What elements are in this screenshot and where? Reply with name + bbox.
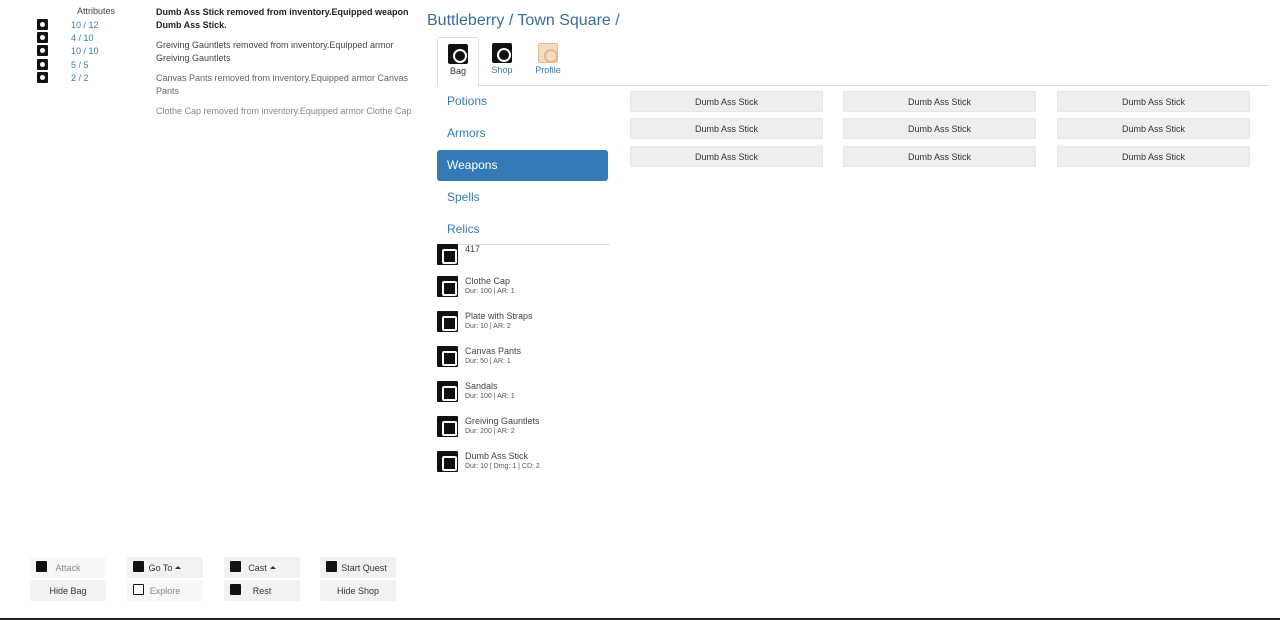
item-name: Canvas Pants	[465, 346, 522, 356]
pants-icon	[437, 346, 458, 367]
tab-label: Profile	[535, 65, 561, 75]
quest-icon	[326, 561, 337, 572]
attribute-row-health: 10 / 12	[37, 18, 99, 31]
log-message: Dumb Ass Stick removed from inventory.Eq…	[156, 7, 409, 30]
location-breadcrumb: Buttleberry / Town Square /	[427, 12, 620, 29]
armor-icon	[37, 72, 48, 83]
rest-button[interactable]: Rest	[224, 580, 300, 601]
profile-icon	[538, 43, 558, 63]
hide-bag-label: Hide Bag	[49, 585, 87, 596]
item-name: Dumb Ass Stick	[465, 451, 529, 461]
attack-label: Attack	[55, 562, 81, 573]
sandals-icon	[437, 381, 458, 402]
inventory-item[interactable]: Greiving Gauntlets Dur: 200 | AR: 2	[437, 416, 637, 440]
attribute-row-strength: 5 / 5	[37, 58, 89, 71]
explore-button[interactable]: Explore	[127, 580, 203, 601]
gold-amount: 417	[465, 244, 481, 254]
attribute-value: 5 / 5	[71, 59, 89, 70]
go-to-button[interactable]: Go To	[127, 557, 203, 578]
cast-button[interactable]: Cast	[224, 557, 300, 578]
start-quest-label: Start Quest	[341, 562, 387, 573]
shop-item-button[interactable]: Dumb Ass Stick	[630, 91, 823, 112]
rest-label: Rest	[252, 585, 272, 596]
category-spells[interactable]: Spells	[437, 182, 608, 213]
inventory-item[interactable]: Dumb Ass Stick Dur: 10 | Dmg: 1 | CD: 2	[437, 451, 637, 475]
tab-label: Shop	[491, 65, 513, 75]
category-potions[interactable]: Potions	[437, 86, 608, 117]
inventory-item[interactable]: Canvas Pants Dur: 50 | AR: 1	[437, 346, 637, 370]
item-name: Plate with Straps	[465, 311, 533, 321]
caret-up-icon	[175, 566, 182, 569]
shop-item-button[interactable]: Dumb Ass Stick	[630, 146, 823, 167]
inventory-item[interactable]: Sandals Dur: 100 | AR: 1	[437, 381, 637, 405]
hide-bag-button[interactable]: Hide Bag	[30, 580, 106, 601]
message-log: Dumb Ass Stick removed from inventory.Eq…	[156, 6, 412, 125]
item-stats: Dur: 10 | Dmg: 1 | CD: 2	[465, 463, 540, 470]
inventory-item[interactable]: Plate with Straps Dur: 10 | AR: 2	[437, 311, 637, 335]
skull-icon	[37, 59, 48, 70]
boot-icon	[37, 45, 48, 56]
category-relics[interactable]: Relics	[437, 214, 608, 245]
item-stats: Dur: 10 | AR: 2	[465, 323, 511, 330]
eye-icon	[37, 32, 48, 43]
shop-item-button[interactable]: Dumb Ass Stick	[1057, 91, 1250, 112]
cast-label: Cast	[248, 562, 267, 573]
shop-icon	[492, 43, 512, 63]
attribute-row-armor: 2 / 2	[37, 71, 89, 84]
start-quest-button[interactable]: Start Quest	[320, 557, 396, 578]
item-stats: Dur: 200 | AR: 2	[465, 428, 515, 435]
item-stats: Dur: 50 | AR: 1	[465, 358, 511, 365]
go-to-label: Go To	[148, 562, 173, 573]
item-stats: Dur: 100 | AR: 1	[465, 288, 515, 295]
tab-label: Bag	[449, 66, 466, 76]
shield-icon	[437, 416, 458, 437]
spell-icon	[230, 561, 241, 572]
shop-item-button[interactable]: Dumb Ass Stick	[1057, 146, 1250, 167]
category-armors[interactable]: Armors	[437, 118, 608, 149]
map-icon	[133, 561, 144, 572]
sword-icon	[437, 451, 458, 472]
attribute-row-stamina: 10 / 10	[37, 44, 99, 57]
caret-up-icon	[269, 566, 276, 569]
helmet-icon	[437, 276, 458, 297]
explore-icon	[133, 584, 144, 595]
attributes-title: Attributes	[77, 6, 116, 16]
attribute-value: 4 / 10	[71, 32, 94, 43]
attack-icon	[36, 561, 47, 572]
tab-bag[interactable]: Bag	[437, 37, 479, 87]
explore-label: Explore	[149, 585, 181, 596]
gold-row: 417	[437, 244, 637, 268]
attack-button[interactable]: Attack	[30, 557, 106, 578]
item-name: Clothe Cap	[465, 276, 511, 286]
hide-shop-button[interactable]: Hide Shop	[320, 580, 396, 601]
item-name: Greiving Gauntlets	[465, 416, 540, 426]
chestplate-icon	[437, 311, 458, 332]
shop-item-button[interactable]: Dumb Ass Stick	[843, 118, 1036, 139]
shop-item-button[interactable]: Dumb Ass Stick	[1057, 118, 1250, 139]
hide-shop-label: Hide Shop	[336, 585, 380, 596]
gold-icon	[437, 244, 458, 265]
attribute-value: 10 / 12	[71, 19, 99, 30]
log-message: Canvas Pants removed from inventory.Equi…	[156, 73, 408, 96]
category-weapons[interactable]: Weapons	[437, 150, 608, 181]
attribute-value: 10 / 10	[71, 45, 99, 56]
bag-icon	[448, 44, 468, 64]
attribute-value: 2 / 2	[71, 72, 89, 83]
main-tabs: Bag Shop Profile	[437, 37, 1269, 87]
heart-icon	[37, 19, 48, 30]
shop-item-button[interactable]: Dumb Ass Stick	[843, 91, 1036, 112]
rest-icon	[230, 584, 241, 595]
shop-item-button[interactable]: Dumb Ass Stick	[630, 118, 823, 139]
item-stats: Dur: 100 | AR: 1	[465, 393, 515, 400]
inventory-item[interactable]: Clothe Cap Dur: 100 | AR: 1	[437, 276, 637, 300]
tab-shop[interactable]: Shop	[481, 37, 523, 86]
log-message: Greiving Gauntlets removed from inventor…	[156, 40, 394, 63]
tab-profile[interactable]: Profile	[527, 37, 569, 86]
item-name: Sandals	[465, 381, 498, 391]
shop-item-button[interactable]: Dumb Ass Stick	[843, 146, 1036, 167]
attribute-row-perception: 4 / 10	[37, 31, 94, 44]
log-message: Clothe Cap removed from inventory.Equipp…	[156, 106, 412, 116]
